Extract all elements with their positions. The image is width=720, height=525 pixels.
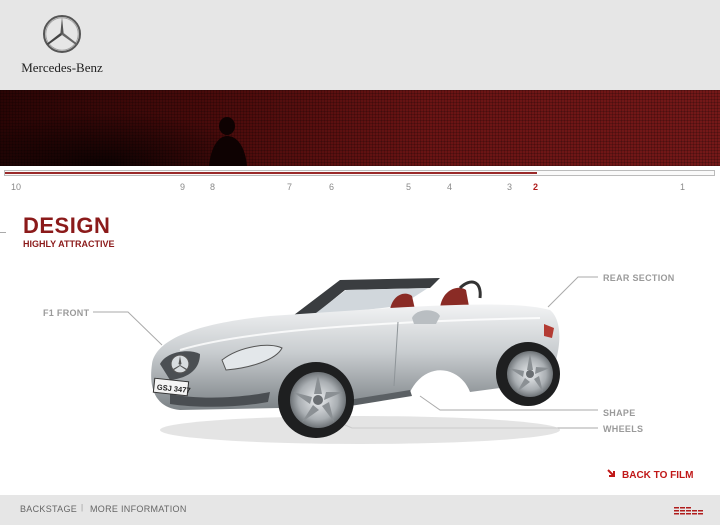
callout-shape[interactable]: SHAPE [603,408,636,418]
footer-separator: | [81,503,84,512]
timeline-tick-6[interactable]: 6 [329,182,334,192]
timeline-tick-3[interactable]: 3 [507,182,512,192]
timeline-tick-10[interactable]: 10 [11,182,21,192]
timeline-tick-5[interactable]: 5 [406,182,411,192]
timeline-tick-4[interactable]: 4 [447,182,452,192]
three-pointed-star-icon [43,15,81,53]
section-subtitle: HIGHLY ATTRACTIVE [23,239,115,249]
header: Mercedes-Benz [0,0,720,90]
car-image: GSJ 3477 [151,278,560,444]
timeline-tick-8[interactable]: 8 [210,182,215,192]
silhouette-figure-icon [209,117,247,166]
more-information-link[interactable]: MORE INFORMATION [90,504,187,514]
callout-rear-section[interactable]: REAR SECTION [603,273,675,283]
title-marker [0,232,6,233]
callout-wheels[interactable]: WHEELS [603,424,643,434]
timeline-tick-9[interactable]: 9 [180,182,185,192]
timeline-tick-2-active[interactable]: 2 [533,182,538,192]
section-title: DESIGN [23,213,111,238]
sound-toggle-icon[interactable] [674,507,704,517]
timeline-progress [5,172,537,174]
timeline-tick-7[interactable]: 7 [287,182,292,192]
back-to-film-link[interactable]: BACK TO FILM [607,469,693,481]
mercedes-logo[interactable]: Mercedes-Benz [20,14,104,76]
arrow-down-right-icon [607,469,616,481]
callout-f1-front[interactable]: F1 FRONT [43,308,89,318]
back-to-film-label: BACK TO FILM [622,470,694,481]
film-banner [0,90,720,166]
footer: BACKSTAGE | MORE INFORMATION [0,495,720,525]
timeline-tick-1[interactable]: 1 [680,182,685,192]
backstage-link[interactable]: BACKSTAGE [20,504,77,514]
timeline-track[interactable] [4,170,715,176]
brand-wordmark: Mercedes-Benz [21,60,103,75]
